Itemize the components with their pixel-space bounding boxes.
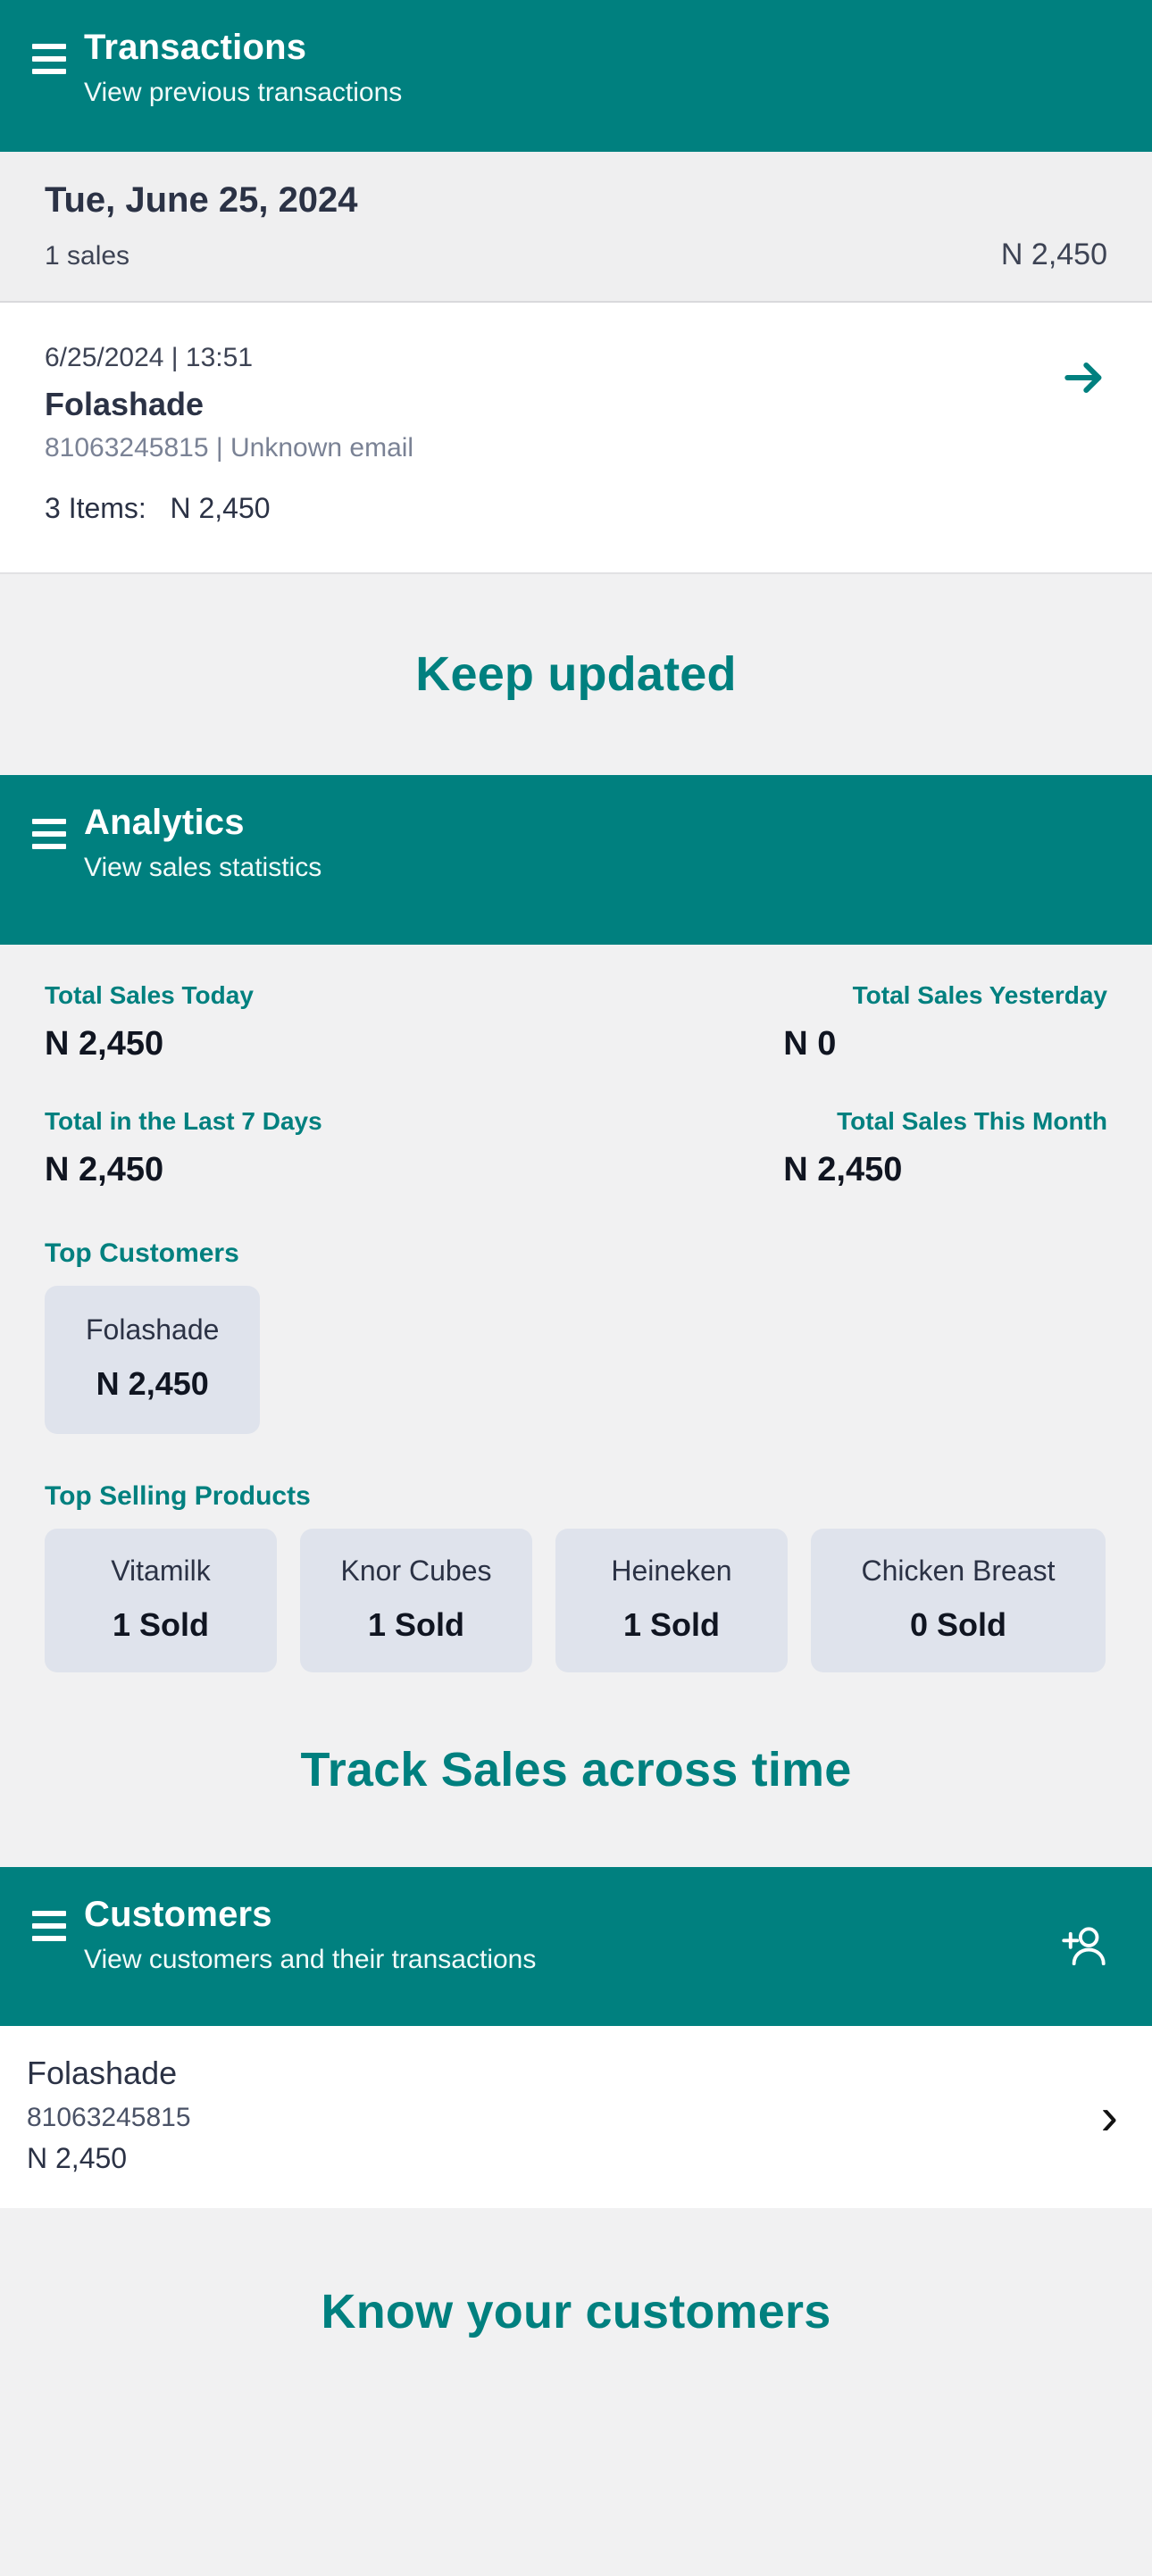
- page-subtitle: View previous transactions: [84, 78, 403, 107]
- customers-title: Customers: [84, 1895, 272, 1935]
- customers-subtitle: View customers and their transactions: [84, 1945, 537, 1975]
- top-product-card[interactable]: Vitamilk 1 Sold: [45, 1528, 277, 1673]
- top-customer-value: N 2,450: [96, 1365, 209, 1403]
- top-product-name: Knor Cubes: [340, 1554, 492, 1587]
- customer-row[interactable]: Folashade 81063245815 N 2,450 ›: [0, 2026, 1152, 2208]
- hamburger-bar: [32, 56, 66, 62]
- chevron-right-icon[interactable]: ›: [1101, 2090, 1118, 2143]
- stat-card-total-sales-this-month: Total Sales This Month N 2,450: [585, 1106, 1107, 1191]
- hamburger-bar: [32, 44, 66, 49]
- transactions-title-block: Transactions View previous transactions: [84, 25, 402, 110]
- top-product-value: 1 Sold: [367, 1605, 465, 1643]
- analytics-title: Analytics: [84, 802, 245, 842]
- customers-section: Customers View customers and their trans…: [0, 1867, 1152, 2576]
- hamburger-bar: [32, 1936, 66, 1942]
- transaction-items-count: 3 Items:: [45, 492, 146, 525]
- stat-card-total-sales-yesterday: Total Sales Yesterday N 0: [585, 980, 1107, 1065]
- analytics-subtitle: View sales statistics: [84, 852, 322, 882]
- top-product-card[interactable]: Knor Cubes 1 Sold: [300, 1528, 532, 1673]
- stat-value: N 2,450: [783, 1151, 903, 1189]
- stat-label: Total Sales Today: [45, 980, 254, 1009]
- tagline-track-sales: Track Sales across time: [0, 1672, 1152, 1868]
- stat-label: Total Sales This Month: [837, 1106, 1107, 1135]
- analytics-body: Total Sales Today N 2,450 Total Sales Ye…: [0, 944, 1152, 1673]
- customers-list: Folashade 81063245815 N 2,450 ›: [0, 2026, 1152, 2208]
- transaction-customer-name: Folashade: [45, 386, 205, 422]
- customer-amount: N 2,450: [27, 2142, 128, 2175]
- hamburger-bar: [32, 818, 66, 824]
- top-product-name: Chicken Breast: [861, 1554, 1056, 1587]
- hamburger-menu-icon[interactable]: [32, 816, 68, 852]
- page-title: Transactions: [84, 28, 307, 67]
- customers-header: Customers View customers and their trans…: [0, 1867, 1152, 2027]
- customers-title-block: Customers View customers and their trans…: [84, 1892, 536, 1977]
- transaction-items-line: 3 Items: N 2,450: [45, 491, 1107, 525]
- transaction-contact: 81063245815 | Unknown email: [45, 433, 414, 463]
- top-customer-card[interactable]: Folashade N 2,450: [45, 1285, 261, 1434]
- transaction-datetime: 6/25/2024 | 13:51: [45, 343, 253, 372]
- tagline-keep-updated-text: Keep updated: [415, 647, 737, 702]
- hamburger-menu-icon[interactable]: [32, 1908, 68, 1944]
- top-product-value: 1 Sold: [112, 1605, 210, 1643]
- tagline-keep-updated: Keep updated: [0, 573, 1152, 775]
- date-group-sales-count: 1 sales: [45, 241, 130, 271]
- stat-value: N 2,450: [45, 1151, 164, 1189]
- top-customers-title: Top Customers: [45, 1238, 239, 1268]
- hamburger-menu-icon[interactable]: [32, 41, 68, 77]
- hamburger-bar: [32, 1911, 66, 1917]
- date-group-title: Tue, June 25, 2024: [45, 180, 358, 220]
- tagline-track-sales-text: Track Sales across time: [300, 1743, 852, 1797]
- hamburger-bar: [32, 69, 66, 74]
- top-product-card[interactable]: Chicken Breast 0 Sold: [811, 1528, 1106, 1673]
- transactions-header: Transactions View previous transactions: [0, 0, 1152, 152]
- hamburger-bar: [32, 1923, 66, 1930]
- customer-name: Folashade: [27, 2055, 178, 2092]
- bottom-spacer: [0, 2414, 1152, 2576]
- hamburger-bar: [32, 843, 66, 849]
- customer-phone: 81063245815: [27, 2103, 191, 2133]
- date-group-total: N 2,450: [1000, 238, 1107, 271]
- stat-value: N 0: [783, 1025, 837, 1063]
- tagline-know-customers-text: Know your customers: [321, 2284, 831, 2338]
- transaction-amount: N 2,450: [170, 492, 271, 525]
- hamburger-bar: [32, 830, 66, 837]
- arrow-right-icon[interactable]: [1059, 353, 1109, 403]
- analytics-header: Analytics View sales statistics: [0, 774, 1152, 945]
- date-group-header: Tue, June 25, 2024 1 sales N 2,450: [0, 152, 1152, 303]
- top-product-value: 0 Sold: [909, 1605, 1007, 1643]
- date-group-meta: 1 sales N 2,450: [45, 238, 1107, 272]
- stat-label: Total in the Last 7 Days: [45, 1106, 322, 1135]
- add-person-icon[interactable]: [1056, 1918, 1113, 1975]
- transactions-section: Transactions View previous transactions …: [0, 0, 1152, 775]
- top-product-value: 1 Sold: [622, 1605, 721, 1643]
- analytics-section: Analytics View sales statistics Total Sa…: [0, 774, 1152, 1868]
- stat-card-total-last-7-days: Total in the Last 7 Days N 2,450: [45, 1106, 567, 1191]
- tagline-know-customers: Know your customers: [0, 2207, 1152, 2415]
- stat-label: Total Sales Yesterday: [852, 980, 1107, 1009]
- top-customer-name: Folashade: [86, 1313, 220, 1346]
- top-product-name: Heineken: [611, 1554, 732, 1587]
- analytics-title-block: Analytics View sales statistics: [84, 800, 321, 885]
- top-customers-list[interactable]: Folashade N 2,450: [45, 1285, 1107, 1434]
- top-selling-products-list[interactable]: Vitamilk 1 Sold Knor Cubes 1 Sold Heinek…: [45, 1528, 1107, 1673]
- customer-info: Folashade 81063245815 N 2,450: [27, 2053, 1116, 2175]
- top-product-name: Vitamilk: [111, 1554, 211, 1587]
- stat-value: N 2,450: [45, 1025, 164, 1063]
- analytics-stats-grid: Total Sales Today N 2,450 Total Sales Ye…: [45, 980, 1107, 1191]
- stat-card-total-sales-today: Total Sales Today N 2,450: [45, 980, 567, 1065]
- transaction-row[interactable]: 6/25/2024 | 13:51 Folashade 81063245815 …: [0, 303, 1152, 574]
- top-selling-products-title: Top Selling Products: [45, 1480, 311, 1511]
- top-product-card[interactable]: Heineken 1 Sold: [555, 1528, 788, 1673]
